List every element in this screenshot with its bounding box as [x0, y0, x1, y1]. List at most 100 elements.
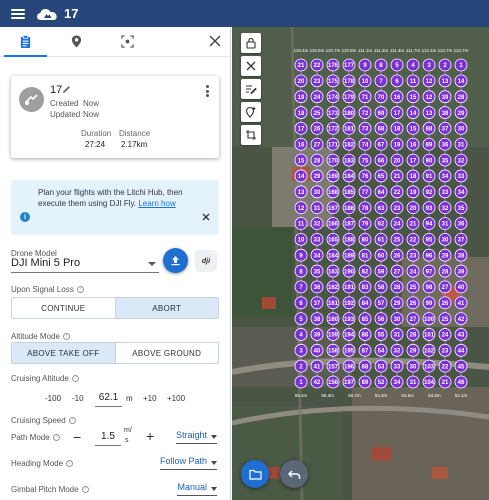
waypoint-marker[interactable]: 173 [326, 106, 340, 119]
waypoint-marker[interactable]: 12 [422, 90, 436, 104]
minus-10-button[interactable]: -10 [72, 394, 84, 403]
waypoint-marker[interactable]: 28 [454, 90, 468, 104]
waypoint-marker[interactable]: 27 [390, 264, 404, 278]
close-icon[interactable] [209, 35, 221, 47]
waypoint-marker[interactable]: 38 [310, 312, 324, 326]
waypoint-marker[interactable]: 172 [326, 122, 340, 135]
waypoint-marker[interactable]: 192 [342, 296, 356, 310]
waypoint-marker[interactable]: 11 [406, 74, 420, 88]
waypoint-marker[interactable]: 35 [438, 153, 452, 167]
waypoint-marker[interactable]: 87 [358, 343, 372, 357]
waypoint-marker[interactable]: 24 [406, 264, 420, 278]
heading-mode-select[interactable]: Follow Path [159, 456, 218, 470]
waypoint-marker[interactable]: 54 [374, 343, 388, 357]
waypoint-marker[interactable]: 53 [374, 359, 388, 373]
waypoint-marker[interactable]: 34 [438, 169, 452, 183]
waypoint-marker[interactable]: 65 [374, 169, 388, 183]
waypoint-marker[interactable]: 177 [342, 58, 356, 72]
waypoint-marker[interactable]: 4 [294, 328, 308, 341]
gimbal-pitch-mode-select[interactable]: Manual [177, 482, 217, 496]
waypoint-marker[interactable]: 88 [358, 359, 372, 373]
waypoint-marker[interactable]: 55 [374, 328, 388, 341]
undo-button[interactable] [280, 460, 308, 488]
waypoint-marker[interactable]: 85 [358, 312, 372, 326]
waypoint-marker[interactable]: 89 [358, 375, 372, 389]
learn-how-link[interactable]: Learn how [138, 199, 175, 208]
waypoint-marker[interactable]: 22 [438, 359, 452, 373]
waypoint-marker[interactable]: 156 [326, 375, 340, 389]
waypoint-marker[interactable]: 30 [406, 359, 420, 373]
clear-waypoints-button[interactable] [241, 56, 261, 76]
waypoint-marker[interactable]: 15 [294, 153, 308, 167]
waypoint-marker[interactable]: 175 [326, 74, 340, 88]
waypoint-marker[interactable]: 185 [342, 185, 356, 199]
waypoint-marker[interactable]: 33 [390, 359, 404, 373]
waypoint-marker[interactable]: 8 [374, 58, 388, 72]
waypoint-marker[interactable]: 92 [422, 185, 436, 199]
waypoint-marker[interactable]: 43 [454, 328, 468, 341]
waypoint-marker[interactable]: 77 [358, 185, 372, 199]
waypoint-marker[interactable]: 167 [326, 201, 340, 215]
waypoint-marker[interactable]: 4 [406, 58, 420, 72]
waypoint-marker[interactable]: 95 [422, 232, 436, 246]
waypoint-marker[interactable]: 10 [294, 232, 308, 246]
waypoint-marker[interactable]: 40 [454, 280, 468, 294]
waypoint-marker[interactable]: 38 [438, 106, 452, 119]
waypoint-marker[interactable]: 15 [406, 90, 420, 104]
waypoint-marker[interactable]: 23 [406, 248, 420, 262]
waypoint-marker[interactable]: 42 [310, 375, 324, 389]
waypoint-marker[interactable]: 63 [374, 201, 388, 215]
waypoint-marker[interactable]: 176 [326, 58, 340, 72]
waypoint-marker[interactable]: 32 [390, 343, 404, 357]
waypoint-marker[interactable]: 101 [422, 328, 436, 341]
waypoint-marker[interactable]: 76 [358, 169, 372, 183]
waypoint-marker[interactable]: 3 [294, 343, 308, 357]
plus-100-button[interactable]: +100 [167, 394, 185, 403]
waypoint-marker[interactable]: 189 [342, 248, 356, 262]
waypoint-marker[interactable]: 35 [310, 264, 324, 278]
waypoint-marker[interactable]: 37 [454, 232, 468, 246]
waypoint-marker[interactable]: 184 [342, 169, 356, 183]
waypoint-marker[interactable]: 27 [438, 280, 452, 294]
waypoint-marker[interactable]: 70 [374, 90, 388, 104]
more-options-icon[interactable] [206, 85, 209, 97]
waypoint-marker[interactable]: 161 [326, 296, 340, 310]
waypoint-marker[interactable]: 34 [454, 185, 468, 199]
waypoint-marker[interactable]: 28 [438, 264, 452, 278]
waypoint-marker[interactable]: 31 [390, 328, 404, 341]
waypoint-marker[interactable]: 20 [390, 153, 404, 167]
waypoint-marker[interactable]: 31 [438, 217, 452, 230]
plus-10-button[interactable]: +10 [143, 394, 157, 403]
waypoint-marker[interactable]: 11 [294, 217, 308, 230]
waypoint-marker[interactable]: 3 [422, 58, 436, 72]
tab-mission[interactable] [0, 27, 51, 57]
waypoint-marker[interactable]: 56 [374, 312, 388, 326]
waypoint-marker[interactable]: 17 [390, 106, 404, 119]
waypoint-marker[interactable]: 79 [358, 217, 372, 230]
waypoint-marker[interactable]: 24 [310, 90, 324, 104]
waypoint-marker[interactable]: 26 [438, 296, 452, 310]
waypoint-marker[interactable]: 41 [310, 359, 324, 373]
waypoint-marker[interactable]: 7 [374, 74, 388, 88]
waypoint-marker[interactable]: 40 [310, 343, 324, 357]
waypoint-marker[interactable]: 157 [326, 359, 340, 373]
waypoint-marker[interactable]: 29 [438, 248, 452, 262]
waypoint-marker[interactable]: 24 [438, 328, 452, 341]
waypoint-marker[interactable]: 82 [358, 264, 372, 278]
waypoint-marker[interactable]: 91 [422, 169, 436, 183]
waypoint-marker[interactable]: 13 [422, 106, 436, 119]
waypoint-marker[interactable]: 15 [406, 122, 420, 135]
waypoint-marker[interactable]: 20 [294, 74, 308, 88]
waypoint-marker[interactable]: 18 [294, 106, 308, 119]
waypoint-marker[interactable]: 29 [454, 106, 468, 119]
waypoint-marker[interactable]: 25 [390, 232, 404, 246]
waypoint-marker[interactable]: 81 [358, 248, 372, 262]
waypoint-marker[interactable]: 61 [374, 232, 388, 246]
waypoint-marker[interactable]: 14 [406, 106, 420, 119]
waypoint-marker[interactable]: 57 [374, 296, 388, 310]
add-poi-button[interactable] [241, 102, 261, 122]
waypoint-marker[interactable]: 22 [310, 58, 324, 72]
waypoint-marker[interactable]: 29 [390, 296, 404, 310]
waypoint-marker[interactable]: 26 [310, 122, 324, 135]
waypoint-marker[interactable]: 21 [294, 58, 308, 72]
